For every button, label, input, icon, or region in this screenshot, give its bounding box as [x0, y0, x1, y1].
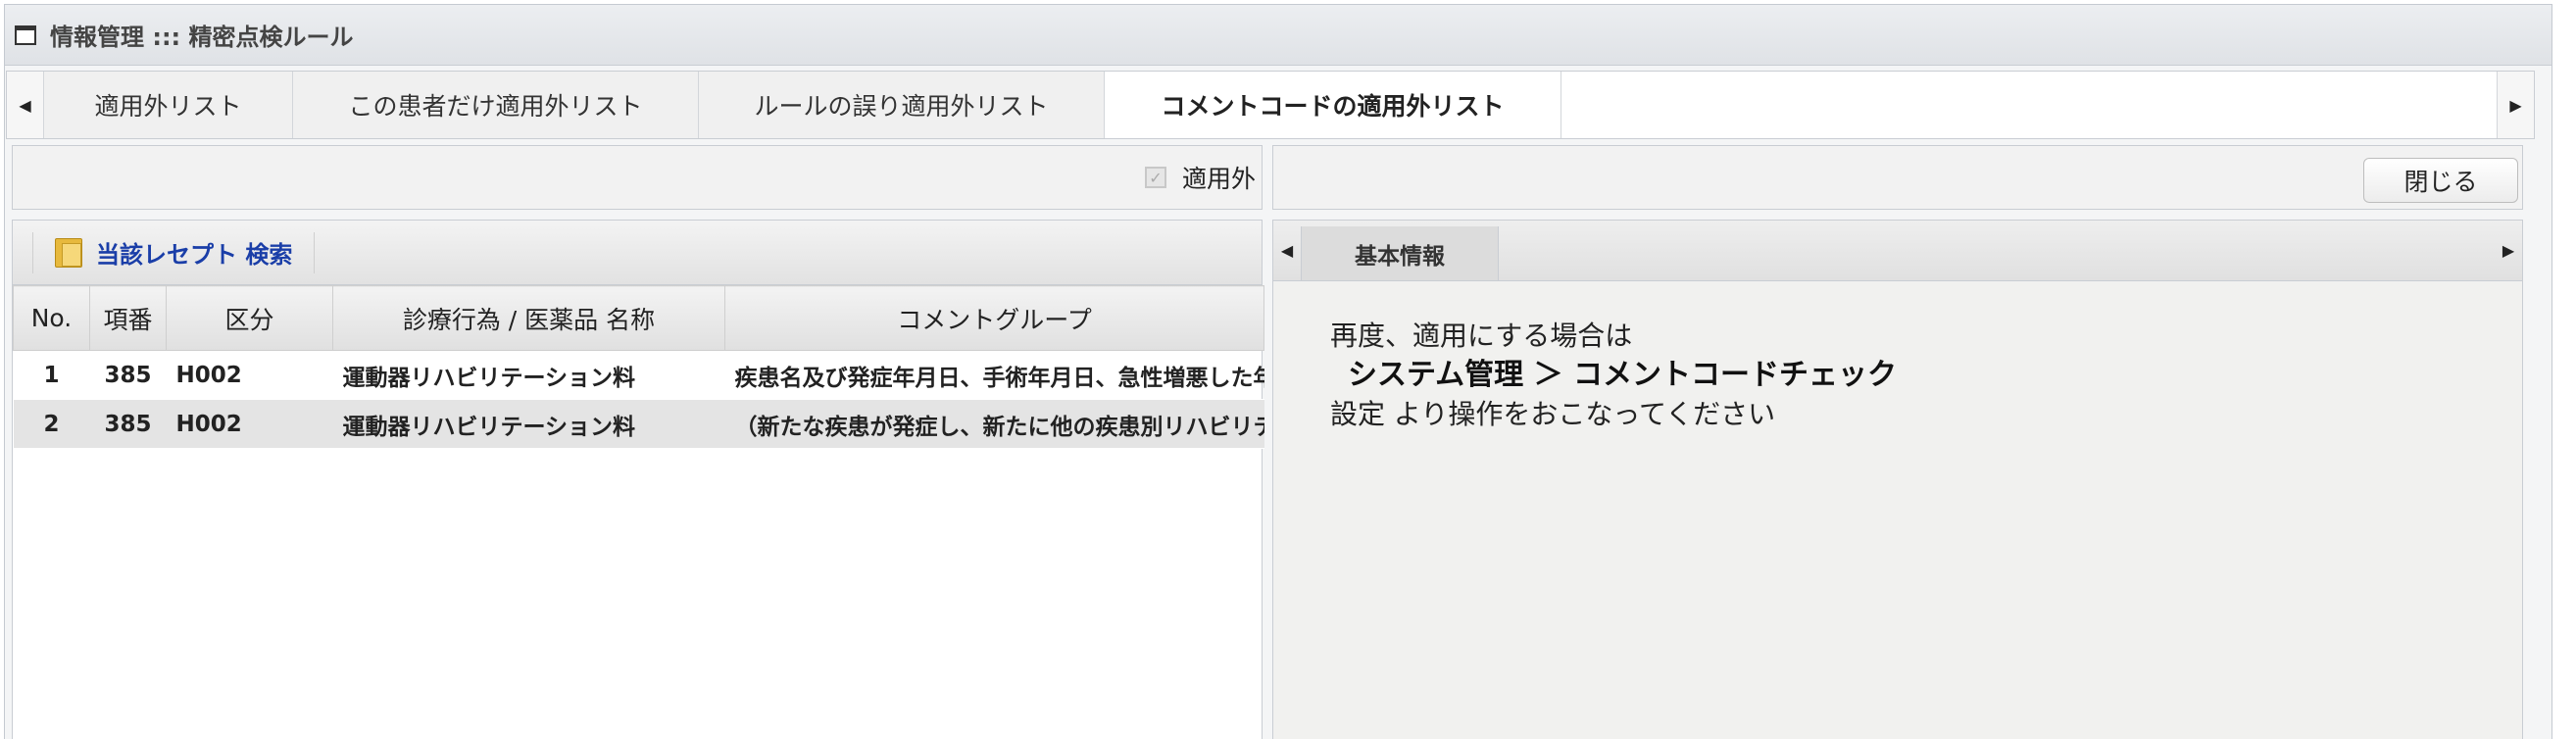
tab-rule-error-exclusion-list[interactable]: ルールの誤り適用外リスト: [699, 72, 1105, 138]
table-header-row: No. 項番 区分 診療行為 / 医薬品 名称 コメントグループ: [13, 285, 1264, 351]
detail-tab-scroll-right-icon[interactable]: ▶: [2495, 221, 2522, 280]
message-line-1: 再度、適用にする場合は: [1330, 320, 1633, 352]
cell-no: 2: [13, 399, 90, 449]
close-button[interactable]: 閉じる: [2363, 158, 2518, 203]
receipt-list-panel: 当該レセプト 検索 No. 項番 区分 診療行為 / 医薬品 名称 コメントグル…: [12, 220, 1264, 739]
col-header-category[interactable]: 区分: [166, 285, 333, 351]
message-line-3: 設定 より操作をおこなってください: [1330, 398, 1776, 430]
col-header-item-number[interactable]: 項番: [89, 285, 167, 351]
cell-no: 1: [13, 350, 90, 400]
table-row[interactable]: 2 385 H002 運動器リハビリテーション料 （新たな疾患が発症し、新たに他…: [13, 399, 1264, 449]
cell-category: H002: [166, 350, 333, 400]
message-menu-path: システム管理 ＞ コメントコードチェック: [1348, 358, 1897, 392]
titlebar: 情報管理 ::: 精密点検ルール: [5, 5, 2551, 66]
window-title: 情報管理 ::: 精密点検ルール: [50, 24, 354, 51]
tab-patient-exclusion-list[interactable]: この患者だけ適用外リスト: [293, 72, 699, 138]
tab-scroll-left-icon[interactable]: ◀: [7, 72, 44, 138]
detail-panel: ◀ 基本情報 ▶ 再度、適用にする場合は システム管理 ＞ コメントコードチェッ…: [1272, 220, 2523, 739]
left-toolbar: ✓ 適用外: [12, 145, 1263, 210]
tab-comment-code-exclusion-list[interactable]: コメントコードの適用外リスト: [1105, 72, 1561, 138]
receipt-search-button[interactable]: 当該レセプト 検索: [32, 231, 316, 273]
info-message: 再度、適用にする場合は システム管理 ＞ コメントコードチェック 設定 より操作…: [1273, 281, 2522, 434]
folder-icon: [55, 237, 82, 268]
table-row[interactable]: 1 385 H002 運動器リハビリテーション料 疾患名及び発症年月日、手術年月…: [13, 350, 1264, 400]
tabstrip: ◀ 適用外リスト この患者だけ適用外リスト ルールの誤り適用外リスト コメントコ…: [6, 71, 2535, 139]
cell-procedure-name: 運動器リハビリテーション料: [332, 350, 725, 400]
exclusion-checkbox-label: 適用外: [1181, 165, 1256, 193]
right-toolbar: 閉じる: [1272, 145, 2523, 210]
window-icon: [15, 25, 36, 45]
col-header-no[interactable]: No.: [13, 285, 90, 351]
exclusion-checkbox[interactable]: ✓: [1144, 167, 1166, 188]
cell-category: H002: [166, 399, 333, 449]
cell-procedure-name: 運動器リハビリテーション料: [332, 399, 725, 449]
receipt-search-label: 当該レセプト 検索: [96, 241, 293, 269]
tab-exclusion-list[interactable]: 適用外リスト: [44, 72, 293, 138]
detail-tab-scroll-left-icon[interactable]: ◀: [1273, 221, 1301, 280]
cell-item-number: 385: [89, 350, 167, 400]
tab-scroll-right-icon[interactable]: ▶: [2497, 72, 2534, 138]
cell-item-number: 385: [89, 399, 167, 449]
col-header-procedure-name[interactable]: 診療行為 / 医薬品 名称: [332, 285, 725, 351]
detail-tabs: ◀ 基本情報 ▶: [1273, 221, 2522, 281]
cell-comment-group: 疾患名及び発症年月日、手術年月日、急性増悪した年月日: [724, 350, 1264, 400]
col-header-comment-group[interactable]: コメントグループ: [724, 285, 1264, 351]
search-bar: 当該レセプト 検索: [13, 221, 1262, 285]
tab-basic-info[interactable]: 基本情報: [1301, 226, 1499, 280]
receipt-table: No. 項番 区分 診療行為 / 医薬品 名称 コメントグループ 1 385 H…: [13, 285, 1264, 449]
cell-comment-group: （新たな疾患が発症し、新たに他の疾患別リハビリテーション: [724, 399, 1264, 449]
